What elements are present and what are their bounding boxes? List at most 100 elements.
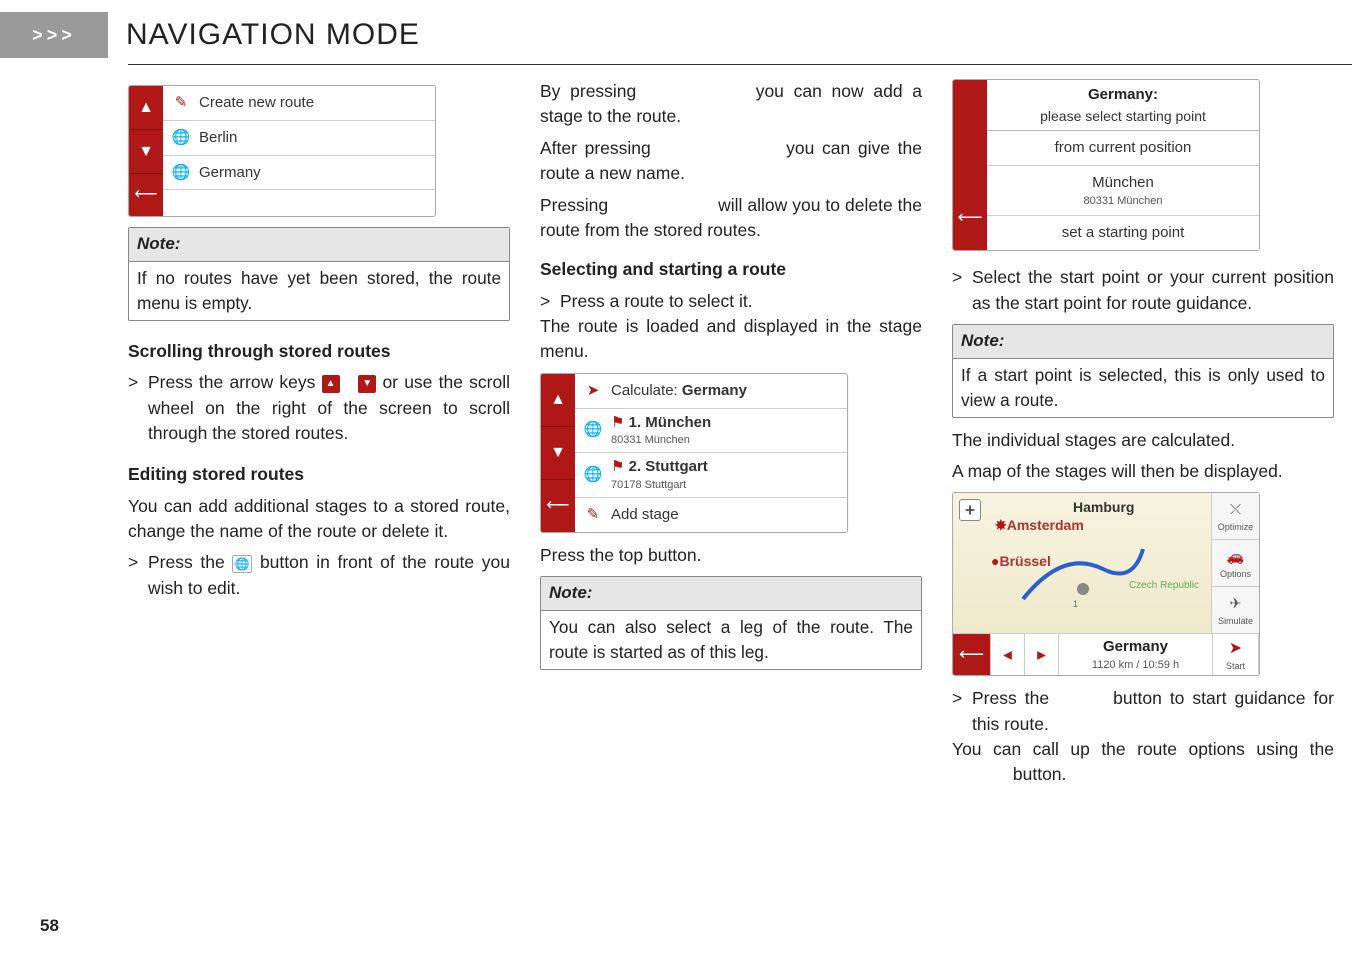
step-marker: > bbox=[952, 265, 972, 316]
svg-text:1: 1 bbox=[1073, 599, 1078, 609]
note-heading: Note: bbox=[953, 325, 1333, 359]
editing-paragraph: You can add additional stages to a store… bbox=[128, 494, 510, 545]
flag-icon: ⚑ bbox=[611, 457, 624, 477]
text-fragment: Press the bbox=[148, 552, 232, 572]
optimize-button[interactable]: ⤬Optimize bbox=[1212, 493, 1259, 540]
button-label: Options bbox=[1220, 568, 1251, 581]
next-stage-icon[interactable]: ▸ bbox=[1025, 634, 1059, 675]
route-summary: Germany 1120 km / 10:59 h bbox=[1059, 634, 1213, 675]
note-body: You can also select a leg of the route. … bbox=[541, 611, 921, 669]
column-1: ▲ ▼ ⟵ ✎ Create new route 🌐 Berlin 🌐 Germ… bbox=[128, 79, 510, 794]
simulate-button[interactable]: ✈Simulate bbox=[1212, 587, 1259, 633]
create-new-route-row[interactable]: ✎ Create new route bbox=[163, 86, 435, 121]
select-step-text: Press a route to select it. bbox=[560, 289, 922, 314]
stored-route-berlin[interactable]: 🌐 Berlin bbox=[163, 121, 435, 156]
set-starting-point[interactable]: set a starting point bbox=[987, 216, 1259, 250]
prev-stage-icon[interactable]: ◂ bbox=[991, 634, 1025, 675]
route-label: Germany bbox=[199, 162, 261, 184]
text-fragment: button. bbox=[1013, 764, 1067, 784]
heading-scrolling: Scrolling through stored routes bbox=[128, 339, 510, 364]
map-overview-panel: + Hamburg ✸Amsterdam ●Brüssel Czech Repu… bbox=[952, 492, 1260, 676]
from-current-position[interactable]: from current position bbox=[987, 131, 1259, 166]
create-new-route-label: Create new route bbox=[199, 92, 314, 114]
note-body: If no routes have yet been stored, the r… bbox=[129, 262, 509, 320]
arrow-up-icon[interactable]: ▲ bbox=[541, 374, 575, 427]
note-box-1: Note: If no routes have yet been stored,… bbox=[128, 227, 510, 321]
stage-2-row[interactable]: 🌐 ⚑ 2. Stuttgart 70178 Stuttgart bbox=[575, 453, 847, 498]
stage-menu-panel: ▲ ▼ ⟵ ➤ Calculate: Germany 🌐 ⚑ 1. Münche… bbox=[540, 373, 848, 533]
route-flag-icon: ✎ bbox=[171, 93, 191, 113]
text-fragment: 1120 km / 10:59 h bbox=[1092, 658, 1179, 674]
inline-up-arrow-icon: ▲ bbox=[322, 375, 340, 393]
inline-down-arrow-icon: ▼ bbox=[358, 375, 376, 393]
button-label: Optimize bbox=[1218, 521, 1254, 534]
add-stage-icon: ✎ bbox=[583, 505, 603, 525]
heading-editing: Editing stored routes bbox=[128, 462, 510, 487]
stage-1-row[interactable]: 🌐 ⚑ 1. München 80331 München bbox=[575, 409, 847, 454]
add-stage-row[interactable]: ✎ Add stage bbox=[575, 498, 847, 532]
calculate-icon: ➤ bbox=[583, 381, 603, 401]
text-fragment: please select starting point bbox=[993, 106, 1253, 126]
calculate-row[interactable]: ➤ Calculate: Germany bbox=[575, 374, 847, 409]
text-fragment: Press the arrow keys bbox=[148, 372, 322, 392]
text-fragment: Germany: bbox=[993, 84, 1253, 106]
arrow-up-icon[interactable]: ▲ bbox=[129, 86, 163, 130]
column-2: By pressing you can now add a stage to t… bbox=[540, 79, 922, 794]
text-fragment: After pressing bbox=[540, 138, 658, 158]
header-divider bbox=[128, 64, 1352, 65]
text-fragment: München bbox=[991, 172, 1255, 194]
step-marker: > bbox=[128, 550, 148, 601]
text-fragment: Pressing bbox=[540, 195, 613, 215]
stored-route-germany[interactable]: 🌐 Germany bbox=[163, 156, 435, 191]
arrow-down-icon[interactable]: ▼ bbox=[541, 427, 575, 480]
zoom-in-icon[interactable]: + bbox=[959, 499, 981, 521]
note-heading: Note: bbox=[129, 228, 509, 262]
map-back-icon[interactable]: ⟵ bbox=[953, 634, 991, 675]
note-box-2: Note: You can also select a leg of the r… bbox=[540, 576, 922, 670]
step-marker: > bbox=[128, 370, 148, 446]
text-fragment: 1. München bbox=[629, 414, 712, 431]
note-body: If a start point is selected, this is on… bbox=[953, 359, 1333, 417]
empty-row bbox=[163, 190, 435, 216]
calc-para-1: The individual stages are calculated. bbox=[952, 428, 1334, 453]
text-fragment: Calculate: bbox=[611, 382, 678, 399]
arrow-down-icon[interactable]: ▼ bbox=[129, 130, 163, 174]
text-fragment: Germany bbox=[682, 382, 747, 399]
column-3: ⟵ Germany: please select starting point … bbox=[952, 79, 1334, 794]
page-number: 58 bbox=[40, 916, 59, 936]
start-button[interactable]: ➤ Start bbox=[1213, 634, 1259, 675]
map-area[interactable]: + Hamburg ✸Amsterdam ●Brüssel Czech Repu… bbox=[953, 493, 1259, 633]
route-line-icon: 1 bbox=[1013, 539, 1153, 609]
route-label: Berlin bbox=[199, 127, 237, 149]
text-fragment: Amsterdam bbox=[1007, 517, 1084, 533]
start-destination-row[interactable]: München 80331 München bbox=[987, 166, 1259, 217]
add-stage-label: Add stage bbox=[611, 504, 679, 526]
options-button[interactable]: 🚗Options bbox=[1212, 540, 1259, 587]
select-paragraph: The route is loaded and displayed in the… bbox=[540, 314, 922, 365]
text-fragment: By pressing bbox=[540, 81, 646, 101]
heading-selecting: Selecting and starting a route bbox=[540, 257, 922, 282]
page-title: NAVIGATION MODE bbox=[126, 18, 420, 52]
text-sub: 70178 Stuttgart bbox=[611, 478, 708, 494]
text-fragment: Germany bbox=[1103, 636, 1168, 658]
back-icon[interactable]: ⟵ bbox=[129, 174, 163, 217]
back-icon[interactable]: ⟵ bbox=[541, 480, 575, 532]
calc-para-2: A map of the stages will then be display… bbox=[952, 459, 1334, 484]
note-heading: Note: bbox=[541, 577, 921, 611]
add-stage-text: By pressing you can now add a stage to t… bbox=[540, 79, 922, 130]
text-fragment: Press the bbox=[972, 688, 1057, 708]
stage-label: ⚑ 2. Stuttgart 70178 Stuttgart bbox=[611, 456, 708, 494]
step-marker: > bbox=[540, 289, 560, 314]
startpoint-step-text: Select the start point or your current p… bbox=[972, 265, 1334, 316]
globe-icon: 🌐 bbox=[171, 162, 191, 182]
back-icon[interactable]: ⟵ bbox=[953, 80, 987, 250]
button-label: Simulate bbox=[1218, 615, 1253, 628]
map-city-label: ✸Amsterdam bbox=[995, 515, 1084, 535]
delete-route-text: Pressing will allow you to delete the ro… bbox=[540, 193, 922, 244]
step-marker: > bbox=[952, 686, 972, 737]
globe-icon: 🌐 bbox=[171, 128, 191, 148]
press-top-text: Press the top button. bbox=[540, 543, 922, 568]
text-fragment: You can call up the route options using … bbox=[952, 739, 1334, 759]
scroll-step-text: Press the arrow keys ▲ ▼ or use the scro… bbox=[148, 370, 510, 446]
header-chevron: >>> bbox=[0, 12, 108, 58]
